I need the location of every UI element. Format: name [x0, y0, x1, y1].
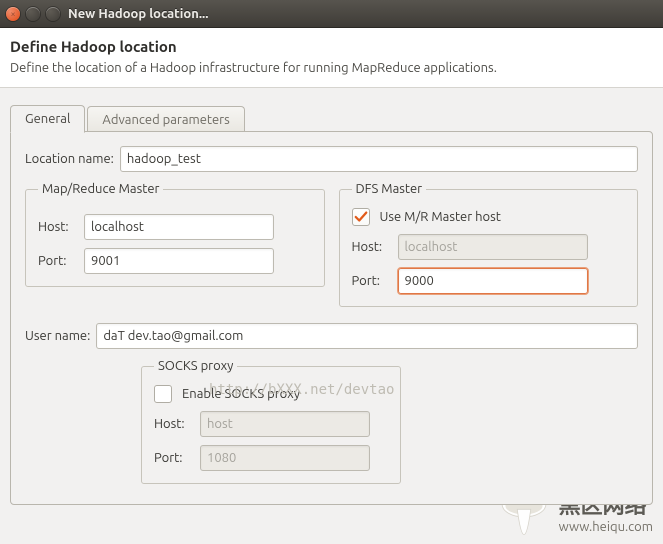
dfs-host-input	[398, 234, 588, 260]
dfs-master-group: DFS Master Use M/R Master host Host:	[339, 182, 639, 307]
tabs: General Advanced parameters	[10, 104, 653, 132]
socks-proxy-legend: SOCKS proxy	[154, 359, 237, 373]
mr-host-input[interactable]	[84, 214, 274, 240]
mapreduce-master-legend: Map/Reduce Master	[38, 182, 163, 196]
page-title: Define Hadoop location	[10, 38, 653, 55]
enable-socks-label: Enable SOCKS proxy	[182, 387, 300, 401]
maximize-icon[interactable]	[46, 7, 60, 21]
location-name-label: Location name:	[25, 152, 114, 166]
titlebar: × New Hadoop location...	[0, 0, 663, 28]
enable-socks-checkbox[interactable]	[154, 385, 172, 403]
tabpanel-general: http://bXXX.net/devtao Location name: Ma…	[10, 131, 653, 505]
use-mr-host-label: Use M/R Master host	[380, 210, 501, 224]
dfs-master-legend: DFS Master	[352, 182, 427, 196]
dialog-header: Define Hadoop location Define the locati…	[0, 28, 663, 88]
user-name-label: User name:	[25, 329, 90, 343]
socks-host-input	[200, 411, 370, 437]
window-title: New Hadoop location...	[68, 7, 208, 21]
dfs-port-input[interactable]	[398, 268, 588, 294]
tab-general[interactable]: General	[10, 105, 85, 133]
watermark-site-url: www.heiqu.com	[559, 520, 653, 534]
mr-port-label: Port:	[38, 254, 78, 268]
window-controls: ×	[6, 7, 60, 21]
socks-host-label: Host:	[154, 417, 194, 431]
user-name-input[interactable]	[96, 323, 638, 349]
tab-advanced[interactable]: Advanced parameters	[87, 106, 244, 133]
mr-port-input[interactable]	[84, 248, 274, 274]
mapreduce-master-group: Map/Reduce Master Host: Port:	[25, 182, 325, 287]
close-icon[interactable]: ×	[6, 7, 20, 21]
socks-port-input	[200, 445, 370, 471]
location-name-input[interactable]	[120, 146, 638, 172]
page-subtitle: Define the location of a Hadoop infrastr…	[10, 61, 653, 75]
socks-proxy-group: SOCKS proxy Enable SOCKS proxy Host: Por…	[141, 359, 401, 484]
dfs-port-label: Port:	[352, 274, 392, 288]
check-icon	[354, 210, 368, 224]
dfs-host-label: Host:	[352, 240, 392, 254]
socks-port-label: Port:	[154, 451, 194, 465]
minimize-icon[interactable]	[26, 7, 40, 21]
content-area: General Advanced parameters http://bXXX.…	[0, 88, 663, 515]
use-mr-host-checkbox[interactable]	[352, 208, 370, 226]
mr-host-label: Host:	[38, 220, 78, 234]
